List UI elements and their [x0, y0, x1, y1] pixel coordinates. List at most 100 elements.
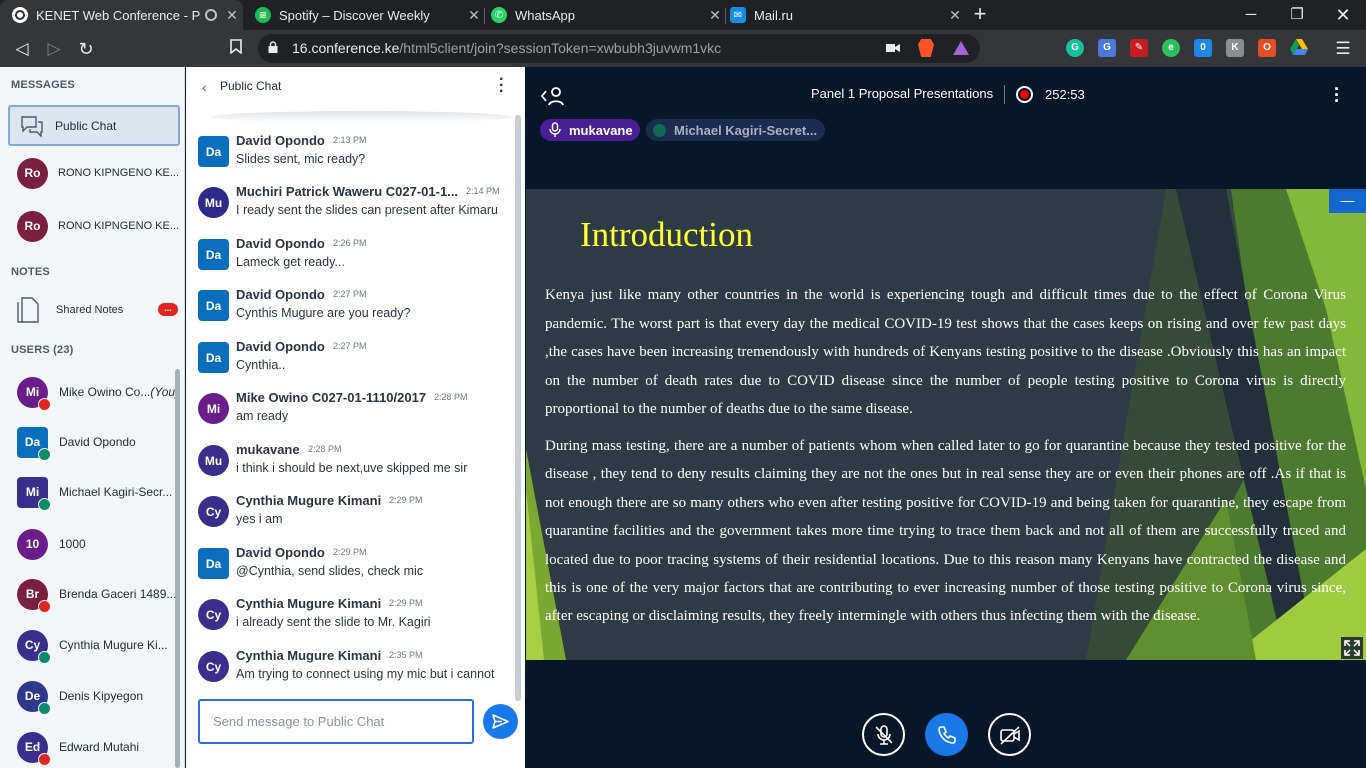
avatar: Mi [17, 476, 51, 511]
audio-playing-icon [205, 9, 217, 21]
close-tab-icon[interactable]: ✕ [944, 7, 966, 24]
microphone-icon [549, 122, 561, 137]
message-text: Cynthis Mugure are you ready? [236, 306, 411, 320]
reload-button[interactable]: ↻ [72, 35, 100, 63]
pen-extension-icon[interactable]: ✎ [1130, 39, 1148, 57]
avatar: De [17, 680, 51, 715]
private-chat-item[interactable]: Ro RONO KIPNGENO KE... [0, 204, 184, 248]
avatar: Mu [198, 187, 229, 218]
user-list-item[interactable]: Da David Opondo [0, 420, 178, 464]
user-list-panel: MESSAGES Public Chat Ro RONO KIPNGENO KE… [0, 67, 185, 768]
chat-options-icon[interactable]: · · · [499, 72, 504, 100]
avatar: Da [198, 548, 229, 579]
chat-title: Public Chat [220, 79, 282, 93]
avatar: Br [17, 578, 51, 613]
message-text: am ready [236, 409, 289, 423]
user-list-item[interactable]: Ed Edward Mutahi [0, 725, 178, 768]
close-window-button[interactable]: ✕ [1320, 0, 1366, 30]
browser-menu-icon[interactable]: ☰ [1329, 35, 1357, 63]
close-tab-icon[interactable]: ✕ [463, 7, 485, 24]
toggle-userlist-icon[interactable] [540, 85, 566, 107]
listen-only-icon [653, 123, 666, 137]
avatar: Cy [198, 496, 229, 527]
new-tab-button[interactable]: + [968, 3, 992, 27]
phone-icon [937, 725, 956, 744]
avatar: Mi [17, 376, 51, 411]
user-list-item[interactable]: Mi Michael Kagiri-Secr... [0, 470, 178, 514]
brave-rewards-icon[interactable] [953, 41, 969, 55]
talker-name: mukavane [569, 122, 633, 138]
message-sender: Cynthia Mugure Kimani [236, 596, 382, 611]
close-tab-icon[interactable]: ✕ [221, 7, 243, 24]
close-tab-icon[interactable]: ✕ [704, 7, 726, 24]
message-text: @Cynthia, send slides, check mic [236, 564, 424, 578]
address-bar[interactable]: 16.conference.ke/html5client/join?sessio… [258, 34, 980, 63]
slide-paragraph: Kenya just like many other countries in … [545, 287, 1346, 417]
share-webcam-button[interactable] [988, 713, 1031, 756]
user-name: Denis Kipyegon [59, 689, 144, 703]
message-sender: Cynthia Mugure Kimani [236, 493, 382, 508]
message-time: 2:29 PM [389, 598, 423, 608]
browser-tab-strip: KENET Web Conference - Panel ✕ ≋ Spotify… [0, 0, 1366, 30]
back-button[interactable]: ◁ [8, 35, 36, 63]
brave-shield-icon[interactable] [918, 39, 934, 57]
leave-audio-button[interactable] [925, 713, 968, 756]
evernote-icon[interactable]: e [1162, 39, 1180, 57]
office-icon[interactable]: O [1258, 39, 1276, 57]
recording-timer: 252:53 [1045, 87, 1085, 102]
translate-icon[interactable]: G [1098, 39, 1116, 57]
chat-message: Cy Cynthia Mugure Kimani 2:29 PM yes i am [198, 493, 513, 543]
chat-message: Da David Opondo 2:26 PM Lameck get ready... [198, 236, 513, 286]
message-text: i think i should be next,uve skipped me … [236, 461, 468, 475]
mute-button[interactable] [862, 713, 905, 756]
hide-chat-icon[interactable]: ‹ [202, 79, 207, 95]
user-list-item[interactable]: De Denis Kipyegon [0, 674, 178, 718]
message-text: Cynthia.. [236, 358, 286, 372]
talking-indicator[interactable]: Michael Kagiri-Secret... [646, 119, 825, 141]
user-name: 1000 [59, 537, 86, 551]
user-list-item[interactable]: Mi Mike Owino Co...(You) [0, 370, 178, 414]
message-sender: David Opondo [236, 287, 325, 302]
user-name: Michael Kagiri-Secr... [59, 485, 173, 499]
chat-scrollbar[interactable] [515, 115, 521, 701]
user-list-item[interactable]: 10 1000 [0, 522, 178, 566]
camera-blocked-icon[interactable] [886, 42, 900, 54]
recording-icon[interactable] [1016, 86, 1033, 103]
listen-only-icon [38, 447, 51, 461]
extension-gray-icon[interactable]: K [1226, 39, 1244, 57]
send-message-button[interactable] [483, 704, 518, 739]
chat-message-input[interactable] [198, 699, 474, 744]
tab-spotify[interactable]: ≋ Spotify – Discover Weekly ✕ [243, 0, 485, 30]
public-chat-item[interactable]: Public Chat [8, 105, 180, 146]
meeting-title: Panel 1 Proposal Presentations [811, 86, 994, 101]
fullscreen-icon[interactable] [1341, 637, 1363, 659]
message-text: yes i am [236, 512, 283, 526]
message-time: 2:28 PM [308, 444, 342, 454]
user-name: Brenda Gaceri 1489... [59, 587, 175, 601]
tab-whatsapp[interactable]: ✆ WhatsApp ✕ [485, 0, 726, 30]
private-chat-item[interactable]: Ro RONO KIPNGENO KE... [0, 151, 184, 195]
messages-heading: MESSAGES [11, 79, 75, 91]
presentation-area: Panel 1 Proposal Presentations 252:53 · ·… [526, 67, 1366, 768]
user-list-item[interactable]: Cy Cynthia Mugure Ki... [0, 623, 178, 667]
forward-button[interactable]: ▷ [40, 35, 68, 63]
microphone-muted-icon [874, 724, 893, 745]
user-list-scrollbar[interactable] [175, 369, 180, 768]
tab-mailru[interactable]: ✉ Mail.ru ✕ [726, 0, 966, 30]
maximize-window-button[interactable]: ❐ [1274, 0, 1320, 30]
bookmark-icon[interactable] [222, 35, 250, 63]
talking-indicator[interactable]: mukavane [540, 119, 640, 141]
grammarly-icon[interactable]: G [1066, 39, 1084, 57]
message-sender: Cynthia Mugure Kimani [236, 648, 382, 663]
extension-badge-icon[interactable]: 0 [1194, 39, 1212, 57]
chat-message: Cy Cynthia Mugure Kimani 2:35 PM Am trying … [198, 648, 513, 698]
user-list-item[interactable]: Br Brenda Gaceri 1489... [0, 572, 178, 616]
minimize-presentation-button[interactable]: — [1329, 189, 1366, 213]
minimize-window-button[interactable]: ─ [1228, 0, 1274, 30]
user-name: Mike Owino Co...(You) [59, 385, 175, 399]
tab-kenet[interactable]: KENET Web Conference - Panel ✕ [0, 0, 243, 30]
google-drive-icon[interactable] [1290, 39, 1308, 57]
options-menu-icon[interactable]: · · · [1334, 80, 1340, 110]
avatar: Cy [198, 651, 229, 682]
public-chat-label: Public Chat [55, 118, 117, 133]
